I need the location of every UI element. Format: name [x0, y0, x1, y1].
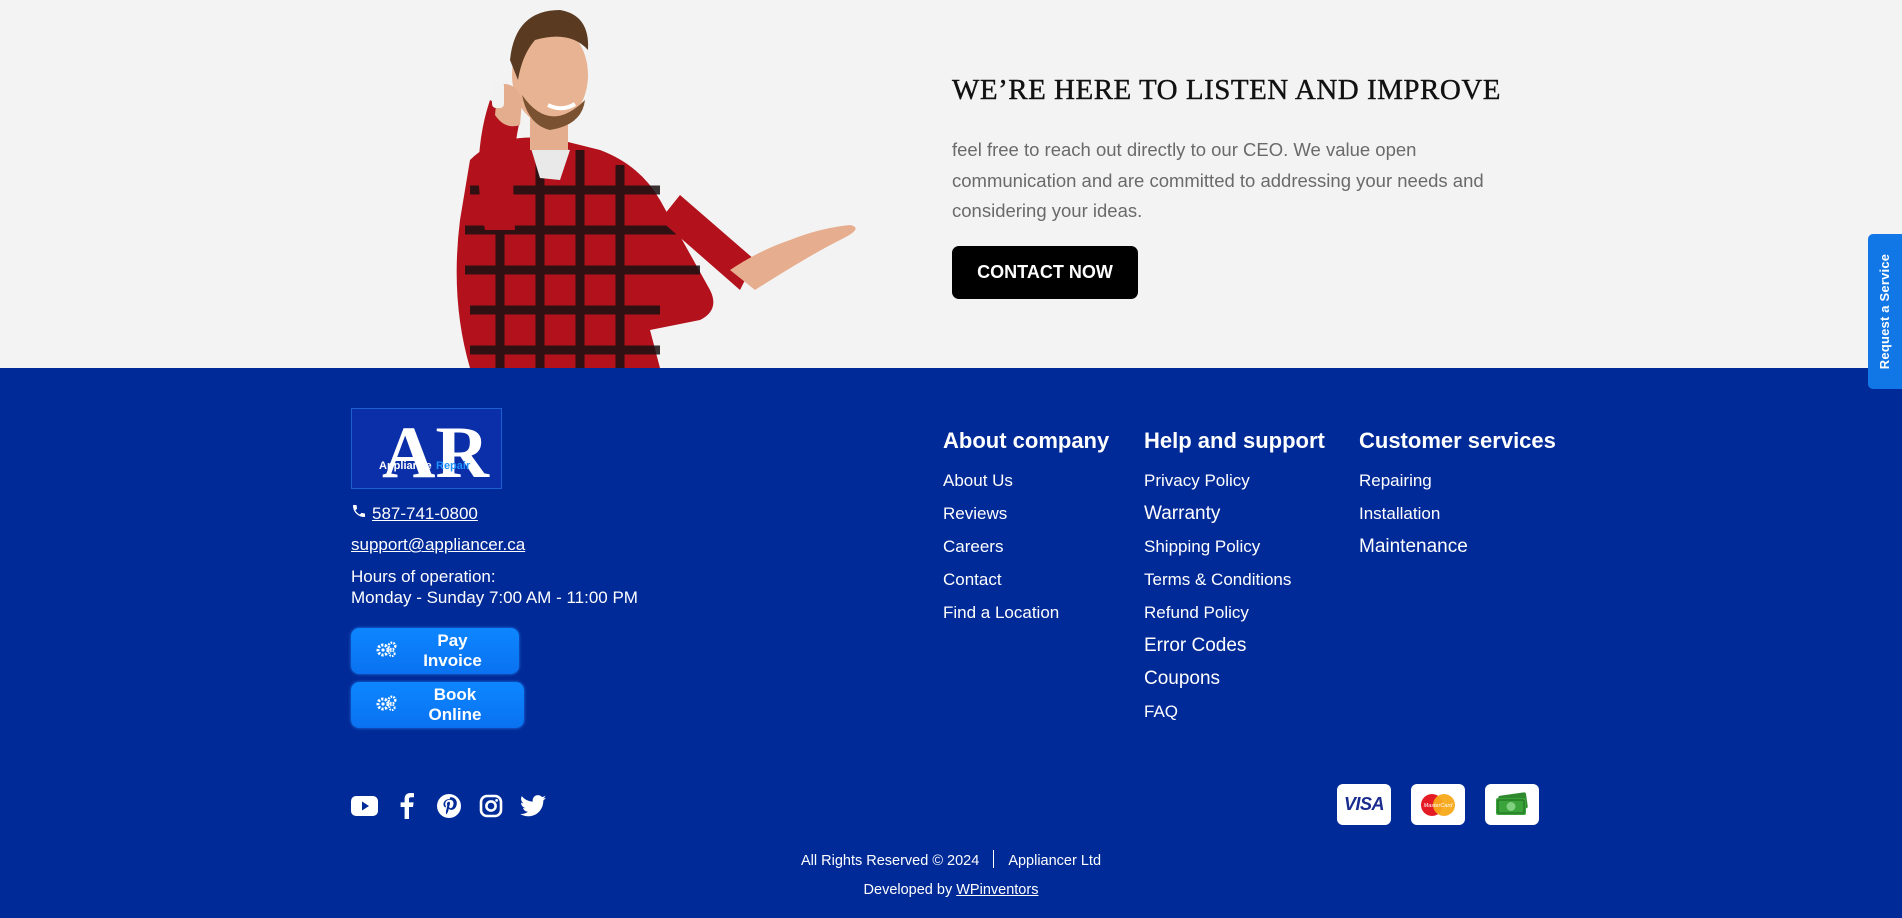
footer-link-error-codes[interactable]: Error Codes	[1144, 635, 1246, 656]
instagram-icon[interactable]	[477, 792, 504, 820]
mastercard-icon: MasterCard	[1411, 784, 1465, 825]
pay-invoice-label: Pay Invoice	[423, 631, 482, 670]
twitter-icon[interactable]	[519, 792, 546, 820]
gears-icon	[376, 641, 397, 662]
footer-link-maintenance[interactable]: Maintenance	[1359, 536, 1468, 557]
book-online-label: Book Online	[428, 685, 482, 724]
request-service-label: Request a Service	[1877, 253, 1893, 370]
footer-link-privacy-policy[interactable]: Privacy Policy	[1144, 471, 1250, 490]
facebook-icon[interactable]	[393, 792, 420, 820]
gears-icon	[376, 695, 397, 716]
logo-graphic: AR Appliance Repair	[379, 412, 490, 494]
company-logo[interactable]: AR Appliance Repair	[351, 408, 502, 494]
help-support-column: Help and support Privacy Policy Warranty…	[1144, 428, 1325, 735]
cta-description: feel free to reach out directly to our C…	[952, 139, 1484, 221]
developer-credit: Developed by WPinventors	[0, 882, 1902, 898]
footer-link-careers[interactable]: Careers	[943, 537, 1003, 556]
book-online-button[interactable]: Book Online	[351, 682, 524, 728]
about-company-column: About company About Us Reviews Careers C…	[943, 428, 1109, 636]
company-name: Appliancer Ltd	[1008, 853, 1102, 869]
email-contact: support@appliancer.ca	[351, 535, 525, 555]
copyright-text: All Rights Reserved © 2024	[800, 853, 980, 869]
payment-methods: VISA MasterCard	[1337, 784, 1539, 825]
pinterest-icon[interactable]	[435, 792, 462, 820]
phone-link[interactable]: 587-741-0800	[372, 504, 478, 524]
copyright-line: All Rights Reserved © 2024 Appliancer Ltd	[0, 850, 1902, 869]
logo-word-repair: Repair	[436, 460, 471, 472]
footer-link-refund-policy[interactable]: Refund Policy	[1144, 603, 1249, 622]
email-link[interactable]: support@appliancer.ca	[351, 535, 525, 554]
contact-now-button[interactable]: CONTACT NOW	[952, 246, 1138, 299]
footer-link-coupons[interactable]: Coupons	[1144, 668, 1220, 689]
footer-link-repairing[interactable]: Repairing	[1359, 471, 1432, 490]
logo-word-appliance: Appliance	[379, 460, 432, 472]
column-title: Help and support	[1144, 428, 1325, 453]
pay-invoice-button[interactable]: Pay Invoice	[351, 628, 519, 674]
footer-link-installation[interactable]: Installation	[1359, 504, 1440, 523]
phone-contact: 587-741-0800	[351, 503, 478, 524]
footer-link-warranty[interactable]: Warranty	[1144, 503, 1220, 524]
cash-icon	[1485, 784, 1539, 825]
footer-link-about-us[interactable]: About Us	[943, 471, 1013, 490]
customer-services-column: Customer services Repairing Installation…	[1359, 428, 1556, 570]
footer-link-terms[interactable]: Terms & Conditions	[1144, 570, 1291, 589]
cta-heading: WE’RE HERE TO LISTEN AND IMPROVE	[952, 74, 1501, 106]
youtube-icon[interactable]	[351, 792, 378, 820]
footer-link-find-location[interactable]: Find a Location	[943, 603, 1059, 622]
hours-value: Monday - Sunday 7:00 AM - 11:00 PM	[351, 588, 638, 607]
footer-link-faq[interactable]: FAQ	[1144, 702, 1178, 721]
phone-icon	[351, 503, 367, 524]
social-links	[351, 792, 546, 820]
logo-letter-a: AR	[382, 412, 490, 490]
footer-link-reviews[interactable]: Reviews	[943, 504, 1007, 523]
cta-section: WE’RE HERE TO LISTEN AND IMPROVE feel fr…	[0, 0, 1902, 368]
person-on-phone-image	[456, 10, 856, 368]
footer-link-shipping-policy[interactable]: Shipping Policy	[1144, 537, 1260, 556]
visa-text: VISA	[1343, 794, 1385, 814]
visa-icon: VISA	[1337, 784, 1391, 825]
column-title: Customer services	[1359, 428, 1556, 453]
hours-label: Hours of operation:	[351, 567, 496, 586]
column-title: About company	[943, 428, 1110, 453]
hours-of-operation: Hours of operation: Monday - Sunday 7:00…	[351, 566, 638, 608]
footer-link-contact[interactable]: Contact	[943, 570, 1002, 589]
request-service-tab[interactable]: Request a Service	[1868, 234, 1902, 389]
developed-by-label: Developed by	[863, 882, 953, 898]
developer-link[interactable]: WPinventors	[956, 882, 1038, 898]
mastercard-text: MasterCard	[1424, 803, 1454, 809]
divider	[993, 850, 995, 868]
